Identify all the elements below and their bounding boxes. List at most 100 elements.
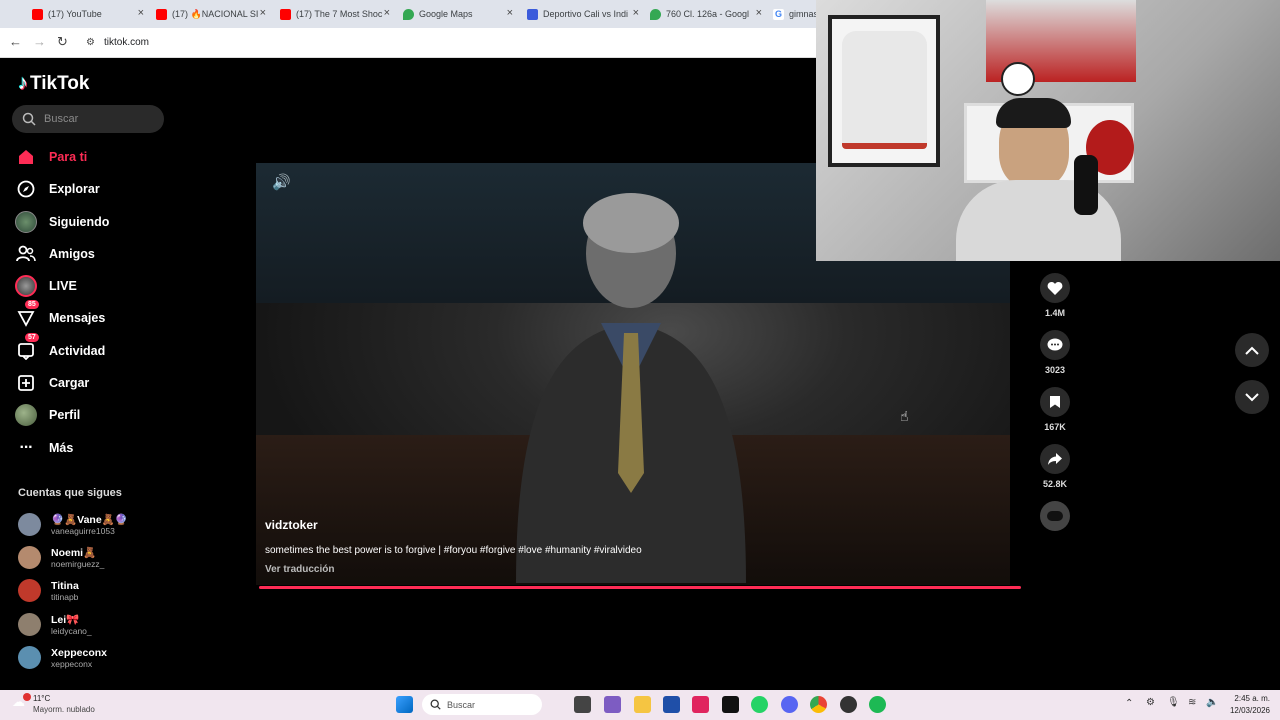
close-icon[interactable]: ×: [384, 7, 390, 19]
avatar: [18, 546, 41, 569]
sidebar-item-live[interactable]: LIVE: [15, 275, 77, 297]
sidebar-item-actividad[interactable]: 57 Actividad: [15, 333, 105, 362]
account-name: Titina: [51, 579, 79, 592]
avatar: [18, 513, 41, 536]
previous-video-button[interactable]: [1235, 333, 1269, 367]
following-avatar-icon: [15, 211, 37, 233]
document-icon: [527, 8, 538, 20]
weather-temp[interactable]: 11°C: [33, 694, 50, 703]
clock-date[interactable]: 12/03/2026: [1228, 706, 1270, 715]
close-icon[interactable]: ×: [138, 7, 144, 19]
tiktok-note-icon: ♪: [18, 72, 28, 94]
taskbar-search[interactable]: Buscar: [422, 694, 542, 715]
browser-tab[interactable]: (17) The 7 Most Shoc ×: [280, 4, 390, 24]
maps-pin-icon: [650, 8, 661, 20]
back-icon[interactable]: ←: [9, 34, 22, 49]
sidebar-item-mas[interactable]: ··· Más: [15, 437, 74, 459]
logo-text: TikTok: [30, 72, 90, 94]
close-icon[interactable]: ×: [756, 7, 762, 19]
sidebar-item-perfil[interactable]: Perfil: [15, 404, 80, 426]
comment-button[interactable]: 3023: [1040, 330, 1070, 375]
browser-tab[interactable]: (17) 🔥NACIONAL SI ×: [156, 4, 266, 24]
browser-tab[interactable]: (17) YouTube ×: [32, 4, 144, 24]
following-account[interactable]: Lei🎀 leidycano_: [18, 613, 92, 636]
network-icon[interactable]: ⚙: [1146, 697, 1155, 708]
bookmark-button[interactable]: 167K: [1040, 387, 1070, 432]
live-icon: [15, 275, 37, 297]
soccer-ball: [1001, 62, 1035, 96]
sidebar-item-siguiendo[interactable]: Siguiendo: [15, 211, 109, 233]
framed-jersey: [828, 15, 940, 167]
tiktok-icon[interactable]: [722, 696, 739, 713]
sidebar-item-para-ti[interactable]: Para ti: [15, 146, 87, 168]
news-anchor-figure: [516, 193, 746, 583]
copilot-icon[interactable]: [604, 696, 621, 713]
obs-icon[interactable]: [840, 696, 857, 713]
discord-icon[interactable]: [781, 696, 798, 713]
browser-tab[interactable]: Google Maps ×: [403, 4, 513, 24]
sidebar-item-label: Siguiendo: [49, 215, 110, 229]
microphone-icon[interactable]: 🎙: [1167, 697, 1180, 708]
following-account[interactable]: Xeppeconx xeppeconx: [18, 646, 107, 669]
site-info-icon[interactable]: ⚙: [86, 37, 95, 48]
cursor-icon: ☝: [900, 408, 909, 424]
chrome-icon[interactable]: [810, 696, 827, 713]
tab-label: (17) YouTube: [48, 9, 102, 19]
wifi-icon[interactable]: ≋: [1188, 697, 1196, 708]
sidebar-item-mensajes[interactable]: 85 Mensajes: [15, 300, 105, 329]
following-account[interactable]: 🔮🧸Vane🧸🔮 vaneaguirre1053: [18, 513, 128, 536]
weather-desc[interactable]: Mayorm. nublado: [33, 705, 95, 714]
sidebar-item-label: Explorar: [49, 182, 100, 196]
sidebar-item-explorar[interactable]: Explorar: [15, 178, 100, 200]
clock-time[interactable]: 2:45 a. m.: [1228, 694, 1270, 703]
file-explorer-icon[interactable]: [634, 696, 651, 713]
following-account[interactable]: Titina titinapb: [18, 579, 79, 602]
sidebar-item-label: Más: [49, 441, 74, 455]
sidebar-item-label: Para ti: [49, 150, 88, 164]
task-view-icon[interactable]: [574, 696, 591, 713]
video-username[interactable]: vidztoker: [265, 518, 318, 532]
tiktok-app-icon[interactable]: [692, 696, 709, 713]
browser-tab[interactable]: Deportivo Cali vs Indi ×: [527, 4, 639, 24]
whatsapp-icon[interactable]: [751, 696, 768, 713]
more-icon: ···: [19, 439, 34, 456]
chevron-up-icon[interactable]: ⌃: [1125, 698, 1133, 709]
windows-start-icon[interactable]: [396, 696, 413, 713]
share-icon: [1040, 444, 1070, 474]
spotify-icon[interactable]: [869, 696, 886, 713]
share-button[interactable]: 52.8K: [1040, 444, 1070, 489]
tab-label: 760 Cl. 126a - Googl: [666, 9, 750, 19]
speaker-icon[interactable]: 🔈: [1206, 697, 1218, 708]
search-placeholder: Buscar: [44, 113, 79, 125]
notification-badge: 57: [25, 333, 39, 342]
following-heading: Cuentas que sigues: [18, 487, 122, 499]
close-icon[interactable]: ×: [633, 7, 639, 19]
sidebar-item-cargar[interactable]: Cargar: [15, 372, 89, 394]
search-icon: [430, 699, 441, 710]
home-icon: [15, 146, 37, 168]
activity-icon: 57: [15, 333, 39, 362]
comment-count: 3023: [1044, 365, 1066, 375]
tiktok-logo[interactable]: ♪ TikTok: [18, 72, 89, 95]
see-translation-link[interactable]: Ver traducción: [265, 564, 334, 575]
avatar: [18, 579, 41, 602]
paper-plane-icon: 85: [15, 300, 39, 329]
video-progress-bar[interactable]: [259, 586, 1021, 589]
like-button[interactable]: 1.4M: [1040, 273, 1070, 318]
url-text[interactable]: tiktok.com: [104, 37, 149, 48]
reload-icon[interactable]: ↻: [57, 34, 68, 50]
search-input[interactable]: Buscar: [12, 105, 164, 133]
microphone: [1074, 155, 1098, 215]
chevron-up-icon: [1245, 346, 1259, 355]
close-icon[interactable]: ×: [507, 7, 513, 19]
browser-tab[interactable]: 760 Cl. 126a - Googl ×: [650, 4, 762, 24]
music-disc-button[interactable]: [1040, 501, 1070, 531]
next-video-button[interactable]: [1235, 380, 1269, 414]
close-icon[interactable]: ×: [260, 7, 266, 19]
sidebar-item-amigos[interactable]: Amigos: [15, 243, 95, 265]
volume-icon[interactable]: 🔊: [272, 173, 291, 191]
following-account[interactable]: Noemi🧸 noemirguezz_: [18, 546, 104, 569]
browser-tab[interactable]: Ggimnasi: [773, 4, 816, 24]
forward-icon[interactable]: →: [33, 34, 46, 49]
store-icon[interactable]: [663, 696, 680, 713]
